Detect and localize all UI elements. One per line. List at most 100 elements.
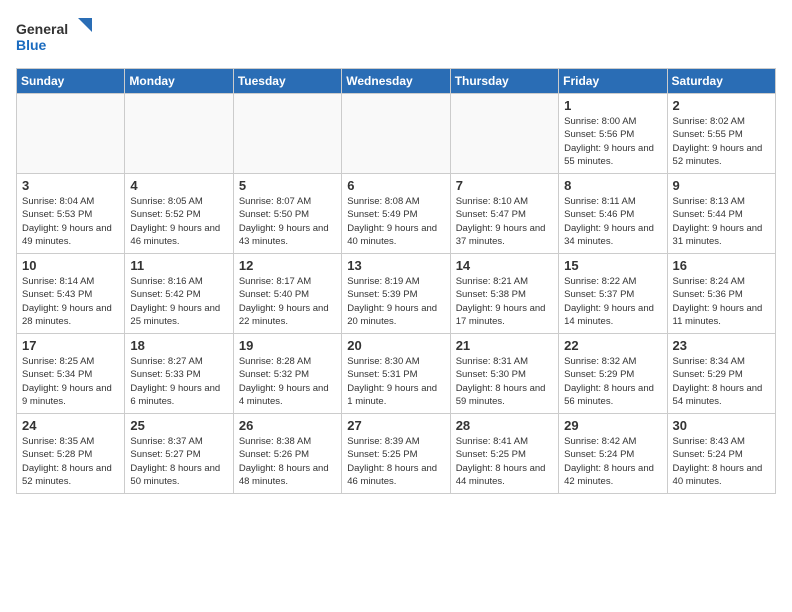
day-info: Sunrise: 8:07 AM Sunset: 5:50 PM Dayligh… [239,195,336,248]
day-info: Sunrise: 8:21 AM Sunset: 5:38 PM Dayligh… [456,275,553,328]
calendar-cell: 24 Sunrise: 8:35 AM Sunset: 5:28 PM Dayli… [17,414,125,494]
page-header: General Blue [16,16,776,56]
calendar-cell: 14 Sunrise: 8:21 AM Sunset: 5:38 PM Dayli… [450,254,558,334]
day-number: 15 [564,258,661,273]
calendar-cell: 9 Sunrise: 8:13 AM Sunset: 5:44 PM Daylig… [667,174,775,254]
day-number: 28 [456,418,553,433]
day-number: 7 [456,178,553,193]
day-number: 18 [130,338,227,353]
calendar-cell: 25Sunrise: 8:37 AM Sunset: 5:27 PM Dayli… [125,414,233,494]
day-number: 2 [673,98,770,113]
calendar-cell: 15Sunrise: 8:22 AM Sunset: 5:37 PM Dayli… [559,254,667,334]
day-info: Sunrise: 8:31 AM Sunset: 5:30 PM Dayligh… [456,355,553,408]
calendar-cell: 27 Sunrise: 8:39 AM Sunset: 5:25 PM Dayli… [342,414,450,494]
weekday-header-sunday: Sunday [17,69,125,94]
day-info: Sunrise: 8:16 AM Sunset: 5:42 PM Dayligh… [130,275,227,328]
day-number: 9 [673,178,770,193]
day-number: 20 [347,338,444,353]
calendar-cell [450,94,558,174]
day-info: Sunrise: 8:37 AM Sunset: 5:27 PM Dayligh… [130,435,227,488]
day-number: 10 [22,258,119,273]
day-number: 11 [130,258,227,273]
logo: General Blue [16,16,96,56]
day-info: Sunrise: 8:28 AM Sunset: 5:32 PM Dayligh… [239,355,336,408]
day-info: Sunrise: 8:10 AM Sunset: 5:47 PM Dayligh… [456,195,553,248]
calendar-cell: 3 Sunrise: 8:04 AM Sunset: 5:53 PM Daylig… [17,174,125,254]
calendar-cell: 8 Sunrise: 8:11 AM Sunset: 5:46 PM Daylig… [559,174,667,254]
calendar-cell: 10 Sunrise: 8:14 AM Sunset: 5:43 PM Dayli… [17,254,125,334]
day-number: 6 [347,178,444,193]
week-row-4: 17Sunrise: 8:25 AM Sunset: 5:34 PM Dayli… [17,334,776,414]
day-number: 14 [456,258,553,273]
week-row-1: 1 Sunrise: 8:00 AM Sunset: 5:56 PM Daylig… [17,94,776,174]
day-number: 29 [564,418,661,433]
day-number: 26 [239,418,336,433]
day-info: Sunrise: 8:38 AM Sunset: 5:26 PM Dayligh… [239,435,336,488]
calendar-cell: 5 Sunrise: 8:07 AM Sunset: 5:50 PM Daylig… [233,174,341,254]
day-info: Sunrise: 8:35 AM Sunset: 5:28 PM Dayligh… [22,435,119,488]
calendar-cell: 26 Sunrise: 8:38 AM Sunset: 5:26 PM Dayli… [233,414,341,494]
calendar-cell: 6 Sunrise: 8:08 AM Sunset: 5:49 PM Daylig… [342,174,450,254]
day-info: Sunrise: 8:04 AM Sunset: 5:53 PM Dayligh… [22,195,119,248]
calendar-cell [17,94,125,174]
calendar-cell: 17Sunrise: 8:25 AM Sunset: 5:34 PM Dayli… [17,334,125,414]
day-info: Sunrise: 8:30 AM Sunset: 5:31 PM Dayligh… [347,355,444,408]
day-number: 22 [564,338,661,353]
day-number: 13 [347,258,444,273]
day-info: Sunrise: 8:41 AM Sunset: 5:25 PM Dayligh… [456,435,553,488]
calendar-cell: 30 Sunrise: 8:43 AM Sunset: 5:24 PM Dayli… [667,414,775,494]
week-row-2: 3 Sunrise: 8:04 AM Sunset: 5:53 PM Daylig… [17,174,776,254]
day-info: Sunrise: 8:14 AM Sunset: 5:43 PM Dayligh… [22,275,119,328]
day-number: 16 [673,258,770,273]
calendar-cell [233,94,341,174]
day-number: 27 [347,418,444,433]
day-info: Sunrise: 8:11 AM Sunset: 5:46 PM Dayligh… [564,195,661,248]
day-info: Sunrise: 8:43 AM Sunset: 5:24 PM Dayligh… [673,435,770,488]
calendar-cell: 13Sunrise: 8:19 AM Sunset: 5:39 PM Dayli… [342,254,450,334]
day-number: 4 [130,178,227,193]
logo-svg: General Blue [16,16,96,56]
day-info: Sunrise: 8:42 AM Sunset: 5:24 PM Dayligh… [564,435,661,488]
day-number: 3 [22,178,119,193]
day-info: Sunrise: 8:08 AM Sunset: 5:49 PM Dayligh… [347,195,444,248]
day-info: Sunrise: 8:05 AM Sunset: 5:52 PM Dayligh… [130,195,227,248]
weekday-header-row: SundayMondayTuesdayWednesdayThursdayFrid… [17,69,776,94]
calendar-cell: 18 Sunrise: 8:27 AM Sunset: 5:33 PM Dayli… [125,334,233,414]
calendar-cell [342,94,450,174]
calendar-cell: 7 Sunrise: 8:10 AM Sunset: 5:47 PM Daylig… [450,174,558,254]
day-number: 23 [673,338,770,353]
weekday-header-saturday: Saturday [667,69,775,94]
week-row-5: 24 Sunrise: 8:35 AM Sunset: 5:28 PM Dayli… [17,414,776,494]
svg-text:Blue: Blue [16,37,47,53]
day-info: Sunrise: 8:39 AM Sunset: 5:25 PM Dayligh… [347,435,444,488]
day-number: 8 [564,178,661,193]
calendar-cell: 1 Sunrise: 8:00 AM Sunset: 5:56 PM Daylig… [559,94,667,174]
calendar-cell: 23 Sunrise: 8:34 AM Sunset: 5:29 PM Dayli… [667,334,775,414]
day-info: Sunrise: 8:34 AM Sunset: 5:29 PM Dayligh… [673,355,770,408]
day-number: 24 [22,418,119,433]
day-number: 1 [564,98,661,113]
day-info: Sunrise: 8:25 AM Sunset: 5:34 PM Dayligh… [22,355,119,408]
day-number: 30 [673,418,770,433]
day-info: Sunrise: 8:32 AM Sunset: 5:29 PM Dayligh… [564,355,661,408]
day-info: Sunrise: 8:17 AM Sunset: 5:40 PM Dayligh… [239,275,336,328]
svg-text:General: General [16,21,68,37]
calendar-cell: 20 Sunrise: 8:30 AM Sunset: 5:31 PM Dayli… [342,334,450,414]
weekday-header-monday: Monday [125,69,233,94]
calendar-table: SundayMondayTuesdayWednesdayThursdayFrid… [16,68,776,494]
day-info: Sunrise: 8:00 AM Sunset: 5:56 PM Dayligh… [564,115,661,168]
calendar-cell: 16Sunrise: 8:24 AM Sunset: 5:36 PM Dayli… [667,254,775,334]
calendar-cell: 2 Sunrise: 8:02 AM Sunset: 5:55 PM Daylig… [667,94,775,174]
calendar-cell: 12Sunrise: 8:17 AM Sunset: 5:40 PM Dayli… [233,254,341,334]
weekday-header-tuesday: Tuesday [233,69,341,94]
week-row-3: 10 Sunrise: 8:14 AM Sunset: 5:43 PM Dayli… [17,254,776,334]
day-number: 5 [239,178,336,193]
weekday-header-friday: Friday [559,69,667,94]
calendar-cell: 11 Sunrise: 8:16 AM Sunset: 5:42 PM Dayli… [125,254,233,334]
calendar-cell [125,94,233,174]
day-info: Sunrise: 8:13 AM Sunset: 5:44 PM Dayligh… [673,195,770,248]
calendar-cell: 4 Sunrise: 8:05 AM Sunset: 5:52 PM Daylig… [125,174,233,254]
day-info: Sunrise: 8:02 AM Sunset: 5:55 PM Dayligh… [673,115,770,168]
calendar-cell: 28 Sunrise: 8:41 AM Sunset: 5:25 PM Dayli… [450,414,558,494]
day-info: Sunrise: 8:27 AM Sunset: 5:33 PM Dayligh… [130,355,227,408]
